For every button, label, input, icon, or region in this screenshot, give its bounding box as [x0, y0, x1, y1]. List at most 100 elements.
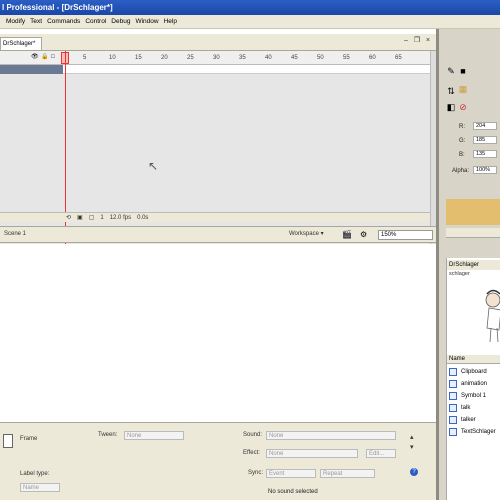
- panel-scroll-down-icon[interactable]: ▾: [410, 443, 414, 451]
- tools-panel: ✎ ■ ⇅ ▦ ◧ ⊘: [446, 62, 476, 112]
- close-icon[interactable]: ×: [424, 37, 432, 45]
- window-title: l Professional - [DrSchlager*]: [2, 3, 113, 12]
- minimize-icon[interactable]: –: [402, 37, 410, 45]
- menu-window[interactable]: Window: [135, 18, 158, 25]
- zoom-select[interactable]: 150%: [378, 230, 433, 240]
- green-label: G:: [459, 138, 466, 144]
- tween-label: Tween:: [98, 432, 118, 438]
- frame-number: 55: [343, 55, 350, 61]
- document-tab[interactable]: DrSchlager*: [0, 37, 42, 50]
- color-swatch[interactable]: [446, 199, 500, 225]
- list-item-label: talker: [461, 417, 476, 423]
- green-input[interactable]: 185: [473, 136, 497, 144]
- list-item-label: animation: [461, 381, 488, 387]
- symbol-icon: [449, 428, 457, 436]
- tween-select[interactable]: None: [124, 431, 184, 440]
- menu-commands[interactable]: Commands: [47, 18, 80, 25]
- frame-number: 50: [317, 55, 324, 61]
- frame-number: 40: [265, 55, 272, 61]
- menu-control[interactable]: Control: [85, 18, 106, 25]
- edit-symbol-icon[interactable]: ⚙: [360, 230, 370, 240]
- layer-row[interactable]: [0, 65, 63, 74]
- sync-select[interactable]: Event: [266, 469, 316, 478]
- restore-icon[interactable]: ❐: [413, 37, 421, 45]
- symbol-icon: [449, 392, 457, 400]
- black-white-icon[interactable]: ◧: [446, 102, 456, 112]
- symbol-icon: [449, 380, 457, 388]
- no-color-icon[interactable]: ⊘: [458, 102, 468, 112]
- onion-skin-icon[interactable]: ▣: [77, 214, 83, 221]
- pen-tool-icon[interactable]: ✎: [446, 66, 456, 76]
- panel-splitter[interactable]: [436, 29, 439, 500]
- library-subhead: schlager: [449, 271, 470, 277]
- sound-status: No sound selected: [268, 489, 318, 495]
- help-icon[interactable]: ?: [410, 468, 418, 476]
- paint-bucket-icon[interactable]: ▦: [458, 84, 468, 94]
- center-frame-icon[interactable]: ⟲: [66, 214, 71, 221]
- frame-number: 45: [291, 55, 298, 61]
- title-bar: l Professional - [DrSchlager*]: [0, 0, 500, 15]
- document-tab-bar: DrSchlager* – ❐ ×: [0, 34, 436, 51]
- list-item[interactable]: animation: [447, 379, 500, 389]
- panel-strip: [446, 228, 500, 238]
- edit-scene-icon[interactable]: 🎬: [342, 230, 352, 240]
- swap-colors-icon[interactable]: ⇅: [446, 86, 456, 96]
- frame-number: 20: [161, 55, 168, 61]
- frame-icon: [3, 434, 13, 448]
- eye-icon[interactable]: 👁: [31, 54, 39, 60]
- layer-toggle-icons: 👁 🔒 □: [31, 54, 57, 60]
- menu-text[interactable]: Text: [30, 18, 42, 25]
- sound-select[interactable]: None: [266, 431, 396, 440]
- outline-icon[interactable]: □: [51, 54, 57, 60]
- frame-number: 5: [83, 55, 87, 61]
- workspace-button[interactable]: Workspace ▾: [289, 230, 324, 237]
- menu-modify[interactable]: Modify: [6, 18, 25, 25]
- onion-outline-icon[interactable]: ▢: [89, 214, 95, 221]
- frame-number: 25: [187, 55, 194, 61]
- frame-number: 35: [239, 55, 246, 61]
- list-item[interactable]: talk: [447, 403, 500, 413]
- alpha-input[interactable]: 100%: [473, 166, 497, 174]
- label-type-label: Label type:: [20, 471, 50, 477]
- frame-number: 30: [213, 55, 220, 61]
- symbol-icon: [449, 416, 457, 424]
- layer-frames[interactable]: [63, 65, 430, 74]
- red-input[interactable]: 204: [473, 122, 497, 130]
- blue-label: B:: [459, 152, 465, 158]
- label-type-select[interactable]: Name: [20, 483, 60, 492]
- repeat-select[interactable]: Repeat: [320, 469, 375, 478]
- list-item[interactable]: talker: [447, 415, 500, 425]
- list-item-label: TextSchlager: [461, 429, 496, 435]
- effect-label: Effect:: [243, 450, 260, 456]
- alpha-label: Alpha:: [452, 168, 470, 174]
- list-item-label: Symbol 1: [461, 393, 487, 399]
- frame-number: 65: [395, 55, 402, 61]
- timeline-status-bar: ⟲ ▣ ▢ 1 12.0 fps 0.0s: [0, 212, 430, 222]
- list-item[interactable]: Clipboard: [447, 367, 500, 377]
- frame-number: 60: [369, 55, 376, 61]
- sync-label: Sync:: [248, 470, 264, 476]
- edit-effect-button[interactable]: Edit...: [366, 449, 396, 458]
- character-preview-image: [485, 289, 500, 343]
- library-title[interactable]: DrSchlager: [447, 260, 500, 270]
- menu-help[interactable]: Help: [164, 18, 177, 25]
- stage[interactable]: [0, 244, 436, 422]
- document-window-controls: – ❐ ×: [402, 37, 432, 45]
- sound-label: Sound:: [243, 432, 263, 438]
- list-item[interactable]: TextSchlager: [447, 427, 500, 437]
- list-item-label: Clipboard: [461, 369, 487, 375]
- blue-input[interactable]: 135: [473, 150, 497, 158]
- library-preview: [447, 278, 500, 346]
- fill-color-icon[interactable]: ■: [458, 66, 468, 76]
- timeline-scrollbar[interactable]: [430, 51, 436, 244]
- library-column-name[interactable]: Name: [447, 355, 500, 364]
- scene-label[interactable]: Scene 1: [4, 231, 26, 237]
- lock-icon[interactable]: 🔒: [41, 54, 48, 60]
- edit-bar: Scene 1 Workspace ▾ 🎬 ⚙ 150%: [0, 226, 436, 243]
- frame-label: Frame: [20, 436, 38, 442]
- panel-scroll-up-icon[interactable]: ▴: [410, 433, 414, 441]
- effect-select[interactable]: None: [266, 449, 358, 458]
- frame-ruler[interactable]: 5 10 15 20 25 30 35 40 45 50 55 60 65: [63, 51, 430, 65]
- list-item[interactable]: Symbol 1: [447, 391, 500, 401]
- menu-debug[interactable]: Debug: [111, 18, 130, 25]
